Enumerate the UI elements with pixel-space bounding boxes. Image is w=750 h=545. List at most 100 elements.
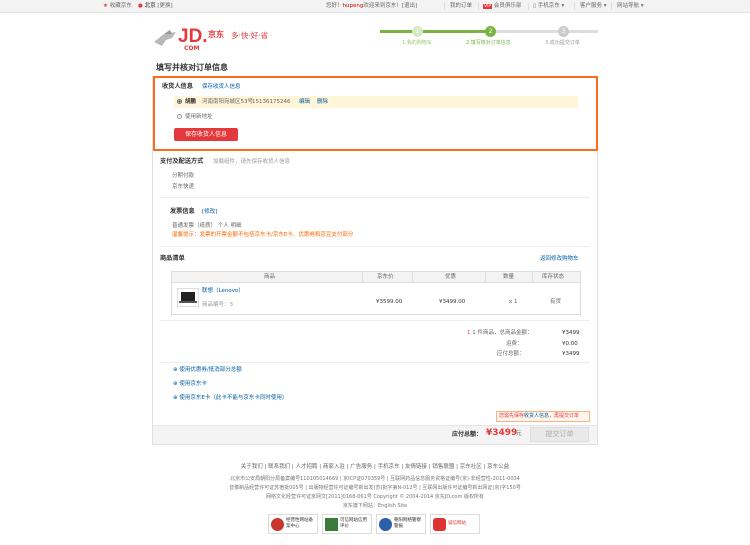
product-code: 商品编号：3 [202,302,233,308]
goods-heading: 商品清单 [160,255,185,262]
pay-method: 分期付款 [172,173,195,179]
reminder-link[interactable]: 收货人信息 [524,413,549,419]
fav-link[interactable]: ★ 收藏京东 [103,3,132,10]
jd-logo[interactable]: JD. COM 京东 多·快·好·省 [150,26,300,54]
receiver-phone: 15136175246 [252,99,291,105]
col-price: 京东价 [377,274,394,280]
star-icon: ★ [103,3,108,9]
trust-badge-3[interactable]: 朝阳网络警察警报 [376,514,426,534]
footer-link[interactable]: 友情链接 [405,464,427,470]
bottom-payable-amount: ¥3499 [486,428,518,438]
product-qty: x 1 [509,299,518,305]
checkout-steps: 1 2 3 1.我的购物车 2.填写核对订单信息 3.成功提交订单 [380,26,598,51]
vip-link[interactable]: VIP 会员俱乐部 [483,3,521,10]
step-3-circle: 3 [558,26,569,37]
edit-address-link[interactable]: 编辑 [299,99,310,106]
freight-amount: ¥0.00 [562,341,578,347]
trust-badge-2[interactable]: 可信网站信用评价 [322,514,372,534]
item-count-label: 1 1 件商品，总商品金额： [467,330,533,336]
plus-circle-icon: ⊕ [173,395,178,401]
new-address-label[interactable]: 使用新地址 [185,114,213,121]
new-address-radio[interactable] [177,114,182,119]
site-nav-menu[interactable]: 网站导航 ▾ [617,3,644,10]
footer-link[interactable]: 手机京东 [378,464,400,470]
invoice-tip: 温馨提示：发票的开票金额不包括京东卡/京东E卡、优惠券和京豆支付部分 [172,232,354,238]
plus-circle-icon: ⊕ [173,381,178,387]
address-radio-selected[interactable] [177,99,182,104]
invoice-modify-link[interactable]: [修改] [202,209,217,216]
col-goods: 商品 [264,274,276,280]
receiver-heading: 收货人信息 [162,83,193,90]
save-reminder: 您需先保存收货人信息，再提交订单 [496,411,590,422]
coupon-toggle[interactable]: ⊕ 使用优惠券/抵消部分总额 [173,367,242,374]
invoice-info: 普通发票（纸质） 个人 明细 [172,223,242,229]
product-name-link[interactable]: 联想（Lenovo） [202,288,244,295]
top-bar: ★ 收藏京东 ● 北京 [更换] 您好！hupeng欢迎来到京东！[退出] 我的… [0,0,750,13]
verified-icon [325,518,338,531]
delete-address-link[interactable]: 删除 [317,99,328,106]
invoice-heading: 发票信息 [170,208,195,215]
col-discount: 优惠 [445,274,457,280]
freight-label: 运费： [506,341,523,347]
submit-order-button[interactable]: 提交订单 [530,427,589,442]
col-stock: 库存状态 [542,274,565,280]
footer-line-1: 北京市公安局朝阳分局备案编号110105014669 | 京ICP证070359… [230,476,520,482]
phone-icon: ▯ [533,3,537,9]
back-to-cart-link[interactable]: 返回修改购物车 [540,256,579,263]
plus-circle-icon: ⊕ [173,367,178,373]
customer-service-menu[interactable]: 客户服务 ▾ [580,3,607,10]
step-1-circle: 1 [412,26,423,37]
table-header: 商品 京东价 优惠 数量 库存状态 [172,272,580,283]
col-qty: 数量 [503,274,515,280]
step-2-circle: 2 [485,26,496,37]
shield-icon [271,518,284,531]
save-receiver-button[interactable]: 保存收货人信息 [174,128,238,141]
footer-link[interactable]: 广告服务 [350,464,372,470]
product-discount: ¥3499.00 [439,299,466,305]
footer-line-2: 音像制品经营许可证苏宿批005号 | 出版物经营许可证编号新出发(苏)批字第N-… [229,485,521,491]
footer-link[interactable]: 关于我们 [241,464,263,470]
payment-heading: 支付及配送方式 [160,158,204,165]
trust-badge-1[interactable]: 经营性网站备案中心 [268,514,318,534]
product-stock: 有货 [550,299,562,305]
footer-line-3: 网络文化经营许可证京网文[2011]0168-061号 Copyright © … [266,494,484,500]
location-selector[interactable]: ● 北京 [更换] [138,3,173,10]
receiver-address: 河南南阳宛城区53号 [202,99,253,105]
mobile-jd-link[interactable]: ▯ 手机京东 ▾ [533,3,564,10]
laptop-thumbnail[interactable] [177,288,199,307]
footer-link[interactable]: 人才招聘 [296,464,318,470]
ecard-toggle[interactable]: ⊕ 使用京东E卡（此卡不能与京东卡同时使用） [173,395,287,402]
step-2-label: 2.填写核对订单信息 [466,40,511,46]
trust-badge-4[interactable]: 诚信网站 [430,514,480,534]
footer-links: 关于我们 | 联系我们 | 人才招聘 | 商家入驻 | 广告服务 | 手机京东 … [240,464,510,470]
footer-link[interactable]: 京东公益 [487,464,509,470]
step-3-label: 3.成功提交订单 [545,40,580,46]
payable-amount: ¥3499 [562,351,580,357]
bottom-payable-label: 应付总额： [452,431,483,438]
footer-link[interactable]: 京东社区 [460,464,482,470]
greeting: 您好！hupeng欢迎来到京东！[退出] [326,3,418,9]
step-1-label: 1.我的购物车 [402,40,432,46]
currency-unit: 元 [516,431,522,437]
payment-hint: 加载组件，请先保存收货人信息 [213,159,291,165]
dog-mascot-icon [154,30,176,46]
save-receiver-link[interactable]: 保存收货人信息 [202,84,241,91]
pin-icon: ● [138,3,143,9]
footer-line-4: 京东旗下网站：English Site [342,503,408,509]
my-orders-link[interactable]: 我的订单 [450,3,472,10]
goods-table: 商品 京东价 优惠 数量 库存状态 联想（Lenovo） 商品编号：3 ¥359… [171,271,581,315]
delivery-method: 京东快递 [172,184,195,190]
trust-icon [433,518,446,531]
logout-link[interactable]: [退出] [402,3,417,9]
footer-link[interactable]: 联系我们 [268,464,290,470]
footer-link[interactable]: 商家入驻 [323,464,345,470]
vip-icon: VIP [483,4,493,9]
receiver-name: 胡鹏 [185,99,197,105]
page-title: 填写并核对订单信息 [156,63,228,72]
username-link[interactable]: hupeng [343,3,364,9]
police-icon [379,518,392,531]
total-amount: ¥3499 [562,330,580,336]
product-price: ¥3599.00 [376,299,403,305]
footer-link[interactable]: 销售联盟 [432,464,454,470]
jdcard-toggle[interactable]: ⊕ 使用京东卡 [173,381,207,388]
